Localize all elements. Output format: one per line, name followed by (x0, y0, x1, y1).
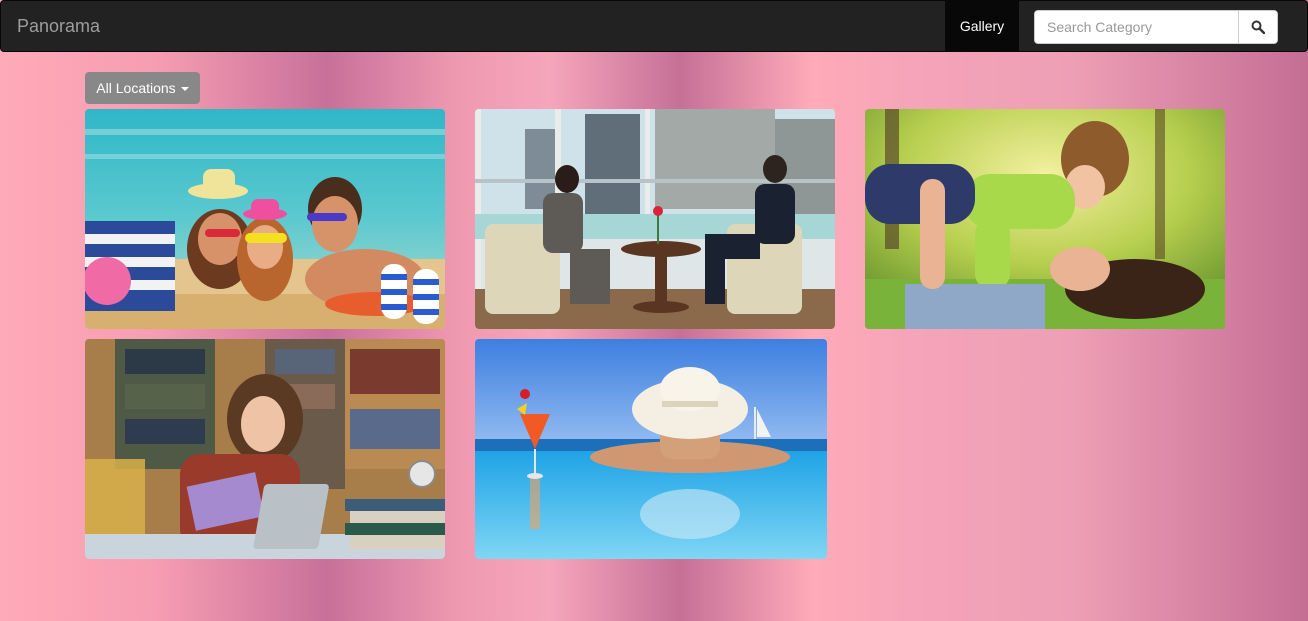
location-dropdown-label: All Locations (96, 80, 176, 96)
gallery-photo-mother-child[interactable] (865, 109, 1225, 329)
business-meeting-image (475, 109, 835, 329)
location-dropdown[interactable]: All Locations (85, 72, 200, 104)
nav-gallery-link[interactable]: Gallery (945, 1, 1019, 51)
brand-logo[interactable]: Panorama (17, 16, 100, 36)
gallery-photo-family-beach[interactable] (85, 109, 445, 329)
gallery-photo-student-library[interactable] (85, 339, 445, 559)
navbar: Panorama Gallery (0, 0, 1308, 52)
search-button[interactable] (1238, 10, 1278, 44)
gallery-photo-business-meeting[interactable] (475, 109, 835, 329)
search-input[interactable] (1034, 10, 1239, 44)
family-beach-image (85, 109, 445, 329)
woman-pool-image (475, 339, 827, 559)
mother-child-image (865, 109, 1225, 329)
search-icon (1251, 20, 1265, 34)
student-library-image (85, 339, 445, 559)
caret-down-icon (180, 87, 189, 91)
gallery-photo-woman-pool[interactable] (475, 339, 827, 559)
